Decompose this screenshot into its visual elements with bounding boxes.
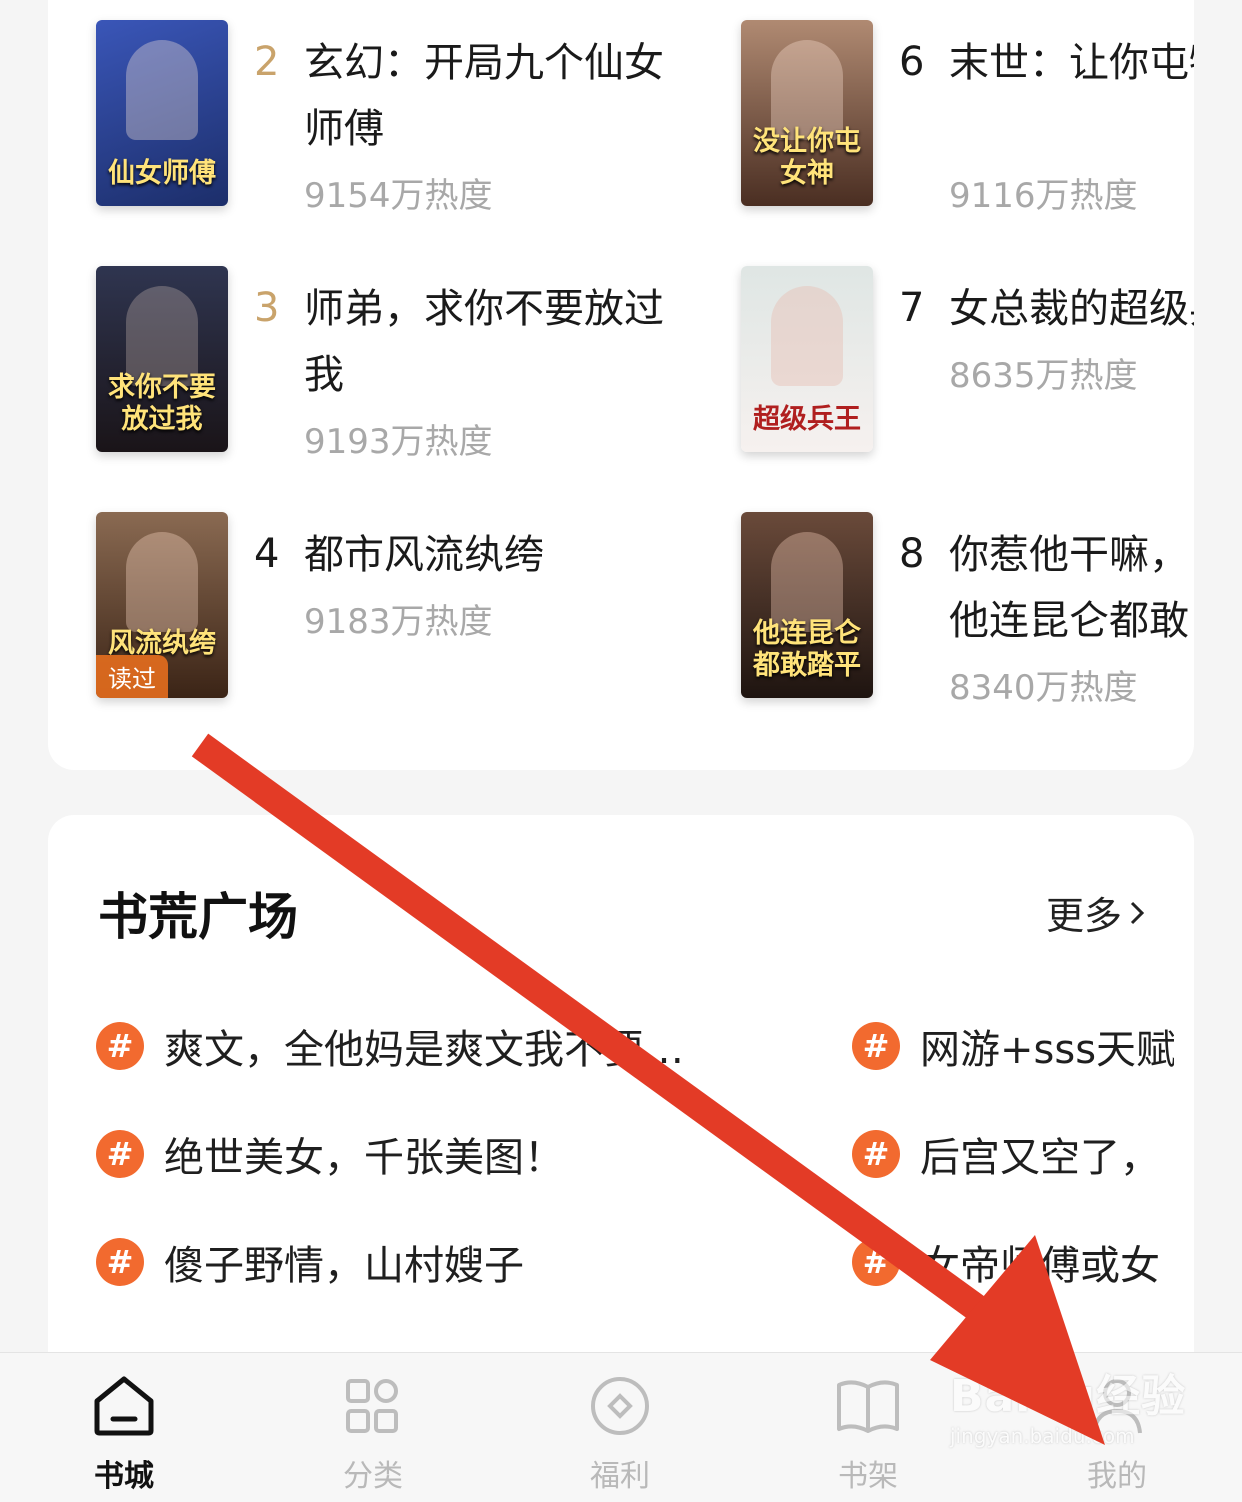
annotation-arrow <box>191 733 1105 1445</box>
